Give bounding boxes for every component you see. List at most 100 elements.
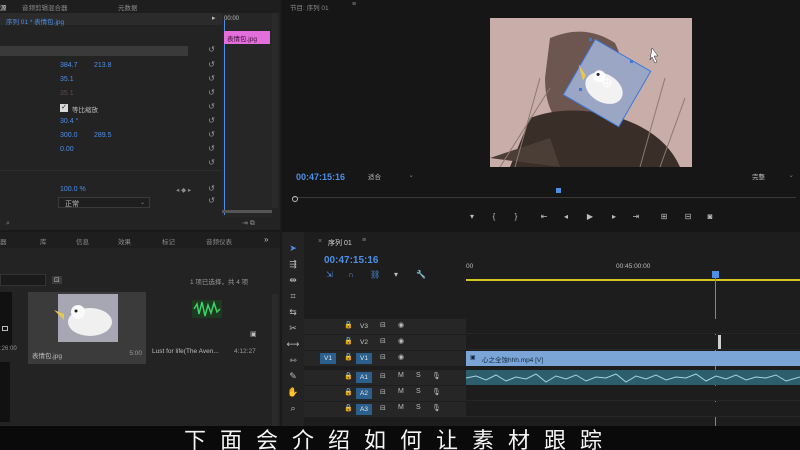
rolling-edit-icon[interactable]: ⌗ (286, 290, 300, 302)
lock-icon[interactable]: 🔒 (344, 353, 353, 361)
microphone-icon[interactable]: 🎙 (432, 372, 441, 380)
track-label[interactable]: V1 (356, 353, 372, 364)
position-x-value[interactable]: 384.7 (60, 62, 78, 69)
project-item-audio[interactable]: ▣ (152, 292, 262, 344)
mark-in-icon[interactable]: { (488, 212, 500, 221)
reset-icon[interactable]: ↺ (207, 196, 216, 205)
nest-icon[interactable]: ⇲ (326, 270, 333, 279)
export-frame-icon[interactable]: ⇥ ⧉ (242, 219, 255, 228)
timeline-playhead-handle[interactable] (712, 271, 719, 278)
tab-libraries[interactable]: 库 (40, 236, 47, 246)
lock-icon[interactable]: 🔒 (344, 404, 353, 412)
sync-lock-icon[interactable]: ⊟ (380, 404, 386, 412)
eye-icon[interactable]: ◉ (398, 337, 404, 345)
track-select-icon[interactable]: ⇶ (286, 258, 300, 270)
project-scrollbar[interactable] (272, 294, 278, 444)
scale-value[interactable]: 35.1 (60, 76, 74, 83)
reset-icon[interactable]: ↺ (207, 130, 216, 139)
mute-button[interactable]: M (398, 404, 404, 411)
track-label[interactable]: A3 (356, 404, 372, 415)
tab-source[interactable]: 源 (0, 2, 7, 12)
slip-icon[interactable]: ⟷ (286, 338, 300, 350)
anchor-x-value[interactable]: 300.0 (60, 132, 78, 139)
filter-icon[interactable]: ⌕ (6, 220, 10, 228)
program-title[interactable]: 节目: 序列 01 (290, 2, 329, 12)
sync-lock-icon[interactable]: ⊟ (380, 372, 386, 380)
lane-a3[interactable] (466, 402, 800, 417)
step-back-icon[interactable]: ◂ (560, 212, 572, 221)
track-label[interactable]: A2 (356, 388, 372, 399)
opacity-value[interactable]: 100.0 % (60, 186, 86, 193)
sync-lock-icon[interactable]: ⊟ (380, 388, 386, 396)
rotation-value[interactable]: 30.4 ° (60, 118, 78, 125)
reset-icon[interactable]: ↺ (207, 60, 216, 69)
project-item-partial[interactable] (0, 362, 10, 422)
uniform-scale-checkbox[interactable]: ✓ (60, 104, 68, 112)
play-only-icon[interactable]: ▸ (212, 14, 216, 22)
audio-clip[interactable] (465, 370, 800, 385)
tab-metadata[interactable]: 元数据 (118, 2, 138, 12)
timeline-timecode[interactable]: 00:47:15:16 (324, 255, 378, 266)
go-to-out-icon[interactable]: ⇥ (630, 212, 642, 221)
add-marker-icon[interactable]: ▾ (394, 270, 398, 279)
tab-browser[interactable]: 器 (0, 236, 7, 246)
anchor-y-value[interactable]: 289.5 (94, 132, 112, 139)
program-playhead[interactable] (556, 188, 561, 193)
razor-icon[interactable]: ✂ (286, 322, 300, 334)
mark-out-icon[interactable]: } (510, 212, 522, 221)
rate-stretch-icon[interactable]: ⇆ (286, 306, 300, 318)
panel-menu-icon[interactable]: ≡ (352, 1, 356, 8)
eye-icon[interactable]: ◉ (398, 353, 404, 361)
reset-icon[interactable]: ↺ (207, 184, 216, 193)
camera-icon[interactable]: ◙ (704, 212, 716, 221)
hand-icon[interactable]: ✋ (286, 386, 300, 398)
reset-icon[interactable]: ↺ (207, 158, 216, 167)
close-icon[interactable]: × (318, 238, 322, 245)
project-search-input[interactable] (0, 274, 46, 286)
project-item-image[interactable]: 表情包.jpg 5:00 (28, 292, 146, 364)
sync-lock-icon[interactable]: ⊟ (380, 337, 386, 345)
position-y-value[interactable]: 213.8 (94, 62, 112, 69)
lane-a1[interactable] (465, 370, 800, 385)
overflow-icon[interactable]: » (264, 235, 268, 244)
track-label[interactable]: V3 (356, 321, 372, 332)
wrench-icon[interactable]: 🔧 (416, 270, 426, 279)
tab-audio-meters[interactable]: 音频仪表 (206, 236, 232, 246)
lane-v1[interactable]: ▣ 心之全蚀hhh.mp4 [V] (466, 351, 800, 366)
lift-icon[interactable]: ⊞ (658, 212, 670, 221)
lock-icon[interactable]: 🔒 (344, 321, 353, 329)
lock-icon[interactable]: 🔒 (344, 337, 353, 345)
slide-icon[interactable]: ⇿ (286, 354, 300, 366)
reset-icon[interactable]: ↺ (207, 45, 216, 54)
video-preview[interactable] (490, 18, 692, 167)
reset-icon[interactable]: ↺ (207, 88, 216, 97)
timeline-ruler[interactable]: 00 00:45:00:00 (466, 258, 800, 282)
lock-icon[interactable]: 🔒 (344, 388, 353, 396)
reset-icon[interactable]: ↺ (207, 144, 216, 153)
tab-audio-clip-mixer[interactable]: 音频剪辑混合器 (22, 2, 68, 12)
lane-v3[interactable] (466, 319, 800, 334)
program-timecode[interactable]: 00:47:15:16 (296, 172, 345, 182)
linked-selection-icon[interactable]: ⛓ (370, 270, 380, 279)
track-label[interactable]: V2 (356, 337, 372, 348)
snap-icon[interactable]: ∩ (348, 270, 354, 279)
lock-icon[interactable]: 🔒 (344, 372, 353, 380)
tab-info[interactable]: 信息 (76, 236, 89, 246)
project-item-sequence[interactable] (0, 292, 12, 350)
panel-menu-icon[interactable]: ≡ (362, 237, 366, 244)
solo-button[interactable]: S (416, 372, 421, 379)
eye-icon[interactable]: ◉ (398, 321, 404, 329)
selection-tool-icon[interactable]: ➤ (286, 242, 300, 254)
small-clip-v2[interactable] (718, 335, 721, 349)
pen-icon[interactable]: ✎ (286, 370, 300, 382)
lane-v2[interactable] (466, 335, 800, 350)
mini-playhead[interactable] (224, 20, 225, 215)
play-icon[interactable]: ▶ (584, 212, 596, 221)
mute-button[interactable]: M (398, 388, 404, 395)
add-marker-icon[interactable]: ▾ (466, 212, 478, 221)
work-area-bar[interactable] (466, 279, 800, 281)
microphone-icon[interactable]: 🎙 (432, 404, 441, 412)
anti-flicker-value[interactable]: 0.00 (60, 146, 74, 153)
extract-icon[interactable]: ⊟ (682, 212, 694, 221)
program-time-ruler[interactable] (292, 188, 796, 195)
